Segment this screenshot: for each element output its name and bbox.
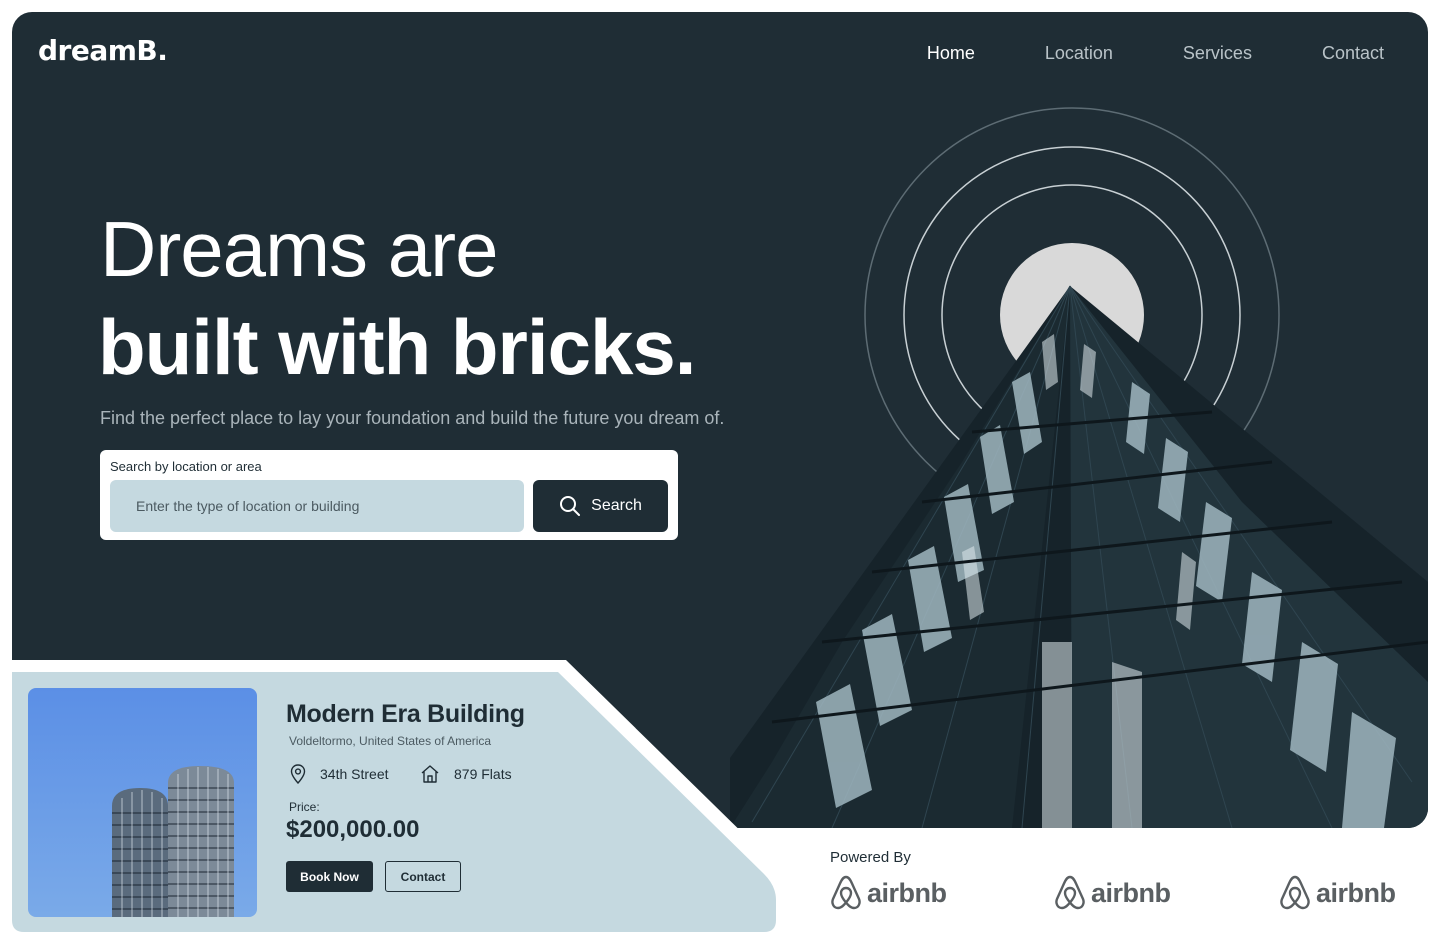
location-pin-icon — [290, 764, 306, 784]
partner-name: airbnb — [867, 877, 947, 908]
property-title: Modern Era Building — [286, 700, 525, 728]
contact-button[interactable]: Contact — [385, 861, 461, 892]
search-label: Search by location or area — [110, 459, 262, 474]
powered-by-heading: Powered By — [830, 849, 911, 866]
partner-logo[interactable]: airbnb — [1278, 874, 1396, 912]
partner-name: airbnb — [1091, 877, 1171, 908]
property-flats-text: 879 Flats — [454, 766, 512, 782]
price-label: Price: — [289, 800, 320, 814]
search-button-label: Search — [591, 497, 642, 514]
partner-logo[interactable]: airbnb — [829, 874, 947, 912]
nav-item-location[interactable]: Location — [1045, 43, 1113, 64]
search-button[interactable]: Search — [533, 480, 668, 532]
book-now-button[interactable]: Book Now — [286, 861, 373, 892]
nav-item-services[interactable]: Services — [1183, 43, 1252, 64]
house-icon — [421, 765, 439, 783]
nav-item-contact[interactable]: Contact — [1322, 43, 1384, 64]
page: dreamB. Home Location Services Contact D… — [0, 0, 1440, 946]
property-location: Voldeltormo, United States of America — [289, 734, 492, 748]
nav-item-home[interactable]: Home — [927, 43, 975, 64]
airbnb-logo-icon — [1280, 875, 1310, 910]
property-flats: 879 Flats — [420, 764, 512, 784]
partner-name: airbnb — [1316, 877, 1396, 908]
brand-logo[interactable]: dreamB. — [38, 34, 168, 67]
main-nav: Home Location Services Contact — [857, 43, 1384, 64]
airbnb-logo-icon — [1055, 875, 1085, 910]
search-input[interactable] — [110, 480, 524, 532]
tower-illustration — [730, 285, 1428, 828]
headline-line-2: built with bricks. — [98, 303, 696, 391]
search-panel: Search by location or area Search — [100, 450, 678, 540]
price-value: $200,000.00 — [286, 816, 420, 843]
headline-line-1: Dreams are — [100, 205, 498, 293]
hero-building-graphic — [730, 107, 1428, 828]
partner-logo[interactable]: airbnb — [1053, 874, 1171, 912]
property-photo — [28, 688, 257, 917]
airbnb-logo-icon — [831, 875, 861, 910]
hero-subtitle: Find the perfect place to lay your found… — [100, 408, 725, 428]
property-street: 34th Street — [290, 764, 389, 784]
property-card-area: Modern Era Building Voldeltormo, United … — [12, 660, 782, 936]
search-icon — [560, 496, 581, 516]
property-street-text: 34th Street — [320, 766, 389, 782]
